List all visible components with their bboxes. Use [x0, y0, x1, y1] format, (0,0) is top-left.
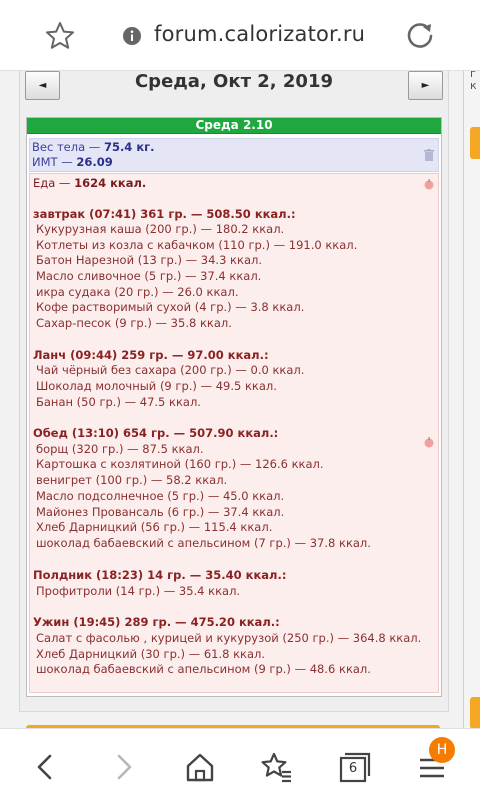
next-day-button[interactable]: ► [408, 71, 443, 100]
meal-item: Кукурузная каша (200 гр.) — 180.2 ккал. [36, 222, 285, 236]
meal-item: Хлеб Дарницкий (30 гр.) — 61.8 ккал. [36, 647, 266, 661]
meal-title: Ужин (19:45) 289 гр. — 475.20 ккал.: [33, 615, 280, 629]
bookmarks-icon[interactable] [259, 749, 295, 785]
meal-item: Майонез Провансаль (6 гр.) — 37.4 ккал. [36, 505, 285, 519]
profile-badge[interactable]: H [429, 737, 455, 763]
weight-label: Вес тела — [32, 140, 101, 154]
food-total-line: Еда — 1624 ккал. [33, 176, 146, 190]
meal-item: венигрет (100 гр.) — 58.2 ккал. [36, 473, 228, 487]
meal-item: Сахар-песок (9 гр.) — 35.8 ккал. [36, 316, 232, 330]
food-box: Еда — 1624 ккал. завтрак (07:41) 361 гр.… [29, 173, 439, 693]
meal-item: Шоколад молочный (9 гр.) — 49.5 ккал. [36, 379, 277, 393]
trash-icon[interactable] [424, 149, 434, 161]
meal-item: Масло сливочное (5 гр.) — 37.4 ккал. [36, 269, 262, 283]
meal-item: Кофе растворимый сухой (4 гр.) — 3.8 кка… [36, 300, 305, 314]
meal-item: шоколад бабаевский с апельсином (9 гр.) … [36, 662, 371, 676]
tabs-count: 6 [348, 761, 358, 776]
date-title: Среда, Окт 2, 2019 [134, 71, 334, 92]
meal-item: Профитроли (14 гр.) — 35.4 ккал. [36, 584, 241, 598]
meal-title: завтрак (07:41) 361 гр. — 508.50 ккал.: [33, 207, 296, 221]
meal-item: Масло подсолнечное (5 гр.) — 45.0 ккал. [36, 489, 285, 503]
meal-item: Батон Нарезной (13 гр.) — 34.3 ккал. [36, 253, 262, 267]
apple-icon[interactable] [423, 436, 435, 448]
right-sidebar-text: к [470, 79, 477, 92]
right-sidebar: г к [463, 71, 480, 728]
favorite-star-icon[interactable] [44, 20, 76, 52]
meal-item: икра судака (20 гр.) — 26.0 ккал. [36, 285, 239, 299]
meal-item: Чай чёрный без сахара (200 гр.) — 0.0 кк… [36, 363, 305, 377]
meal-item: Салат с фасолью , курицей и кукурузой (2… [36, 631, 422, 645]
meal-item: Картошка с козлятиной (160 гр.) — 126.6 … [36, 457, 324, 471]
meal-title: Обед (13:10) 654 гр. — 507.90 ккал.: [33, 426, 279, 440]
bmi-value: 26.09 [76, 155, 113, 169]
meal-title: Ланч (09:44) 259 гр. — 97.00 ккал.: [33, 348, 269, 362]
meal-title: Полдник (18:23) 14 гр. — 35.40 ккал.: [33, 568, 287, 582]
tabs-icon[interactable]: 6 [336, 749, 372, 785]
bmi-line: ИМТ — 26.09 [32, 155, 113, 169]
url-text[interactable]: forum.calorizator.ru [154, 22, 365, 46]
food-value: 1624 ккал. [74, 176, 147, 190]
reload-icon[interactable] [403, 19, 437, 53]
sidebar-tab[interactable] [470, 697, 480, 728]
sidebar-tab[interactable] [470, 127, 480, 159]
date-navigation: ◄ Среда, Окт 2, 2019 ► [24, 71, 444, 101]
meal-item: Банан (50 гр.) — 47.5 ккал. [36, 395, 201, 409]
bmi-label: ИМТ — [32, 155, 73, 169]
day-header: Среда 2.10 [27, 118, 441, 134]
weight-value: 75.4 кг. [103, 140, 155, 154]
site-info-icon[interactable] [122, 26, 142, 46]
page-content: ◄ Среда, Окт 2, 2019 ► Среда 2.10 Вес те… [0, 71, 480, 728]
meal-item: Котлеты из козла с кабачком (110 гр.) — … [36, 238, 358, 252]
forward-icon[interactable] [105, 749, 141, 785]
day-card: Среда 2.10 Вес тела — 75.4 кг. ИМТ — 26.… [26, 117, 442, 697]
food-label: Еда — [33, 176, 71, 190]
home-icon[interactable] [182, 749, 218, 785]
weight-line: Вес тела — 75.4 кг. [32, 140, 155, 154]
browser-address-bar: forum.calorizator.ru [0, 0, 480, 71]
back-icon[interactable] [28, 749, 64, 785]
apple-icon[interactable] [423, 178, 435, 190]
meal-item: Хлеб Дарницкий (56 гр.) — 115.4 ккал. [36, 520, 273, 534]
weight-box: Вес тела — 75.4 кг. ИМТ — 26.09 [29, 138, 439, 172]
browser-bottom-nav: 6 H [0, 728, 480, 801]
meal-item: шоколад бабаевский с апельсином (7 гр.) … [36, 536, 371, 550]
meal-item: борщ (320 гр.) — 87.5 ккал. [36, 442, 204, 456]
